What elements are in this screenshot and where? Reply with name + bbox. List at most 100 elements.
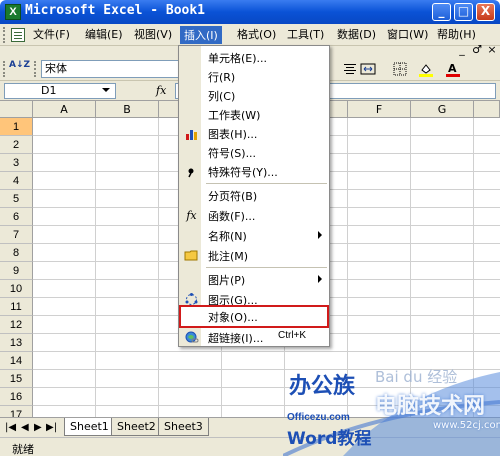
borders-icon[interactable] bbox=[392, 61, 408, 77]
menu-item-label: 特殊符号(Y)... bbox=[208, 166, 278, 179]
row-header-12[interactable]: 12 bbox=[0, 316, 33, 334]
status-bar: 就绪 bbox=[0, 437, 500, 456]
row-header-17[interactable]: 17 bbox=[0, 406, 33, 417]
row-header-14[interactable]: 14 bbox=[0, 352, 33, 370]
menu-window[interactable]: 窗口(W) bbox=[384, 26, 431, 44]
row-header-4[interactable]: 4 bbox=[0, 172, 33, 190]
row-header-5[interactable]: 5 bbox=[0, 190, 33, 208]
menu-item-name[interactable]: 名称(N) bbox=[180, 226, 328, 245]
menu-view[interactable]: 视图(V) bbox=[131, 26, 175, 44]
row-header-7[interactable]: 7 bbox=[0, 226, 33, 244]
menu-item-picture[interactable]: 图片(P) bbox=[180, 270, 328, 289]
row-header-8[interactable]: 8 bbox=[0, 244, 33, 262]
row-header-1[interactable]: 1 bbox=[0, 118, 33, 136]
fill-color-icon[interactable] bbox=[418, 61, 434, 77]
doc-minimize-button[interactable]: _ bbox=[455, 42, 469, 57]
row-header-6[interactable]: 6 bbox=[0, 208, 33, 226]
column-header-a[interactable]: A bbox=[33, 101, 96, 118]
row-header-2[interactable]: 2 bbox=[0, 136, 33, 154]
window-title: Microsoft Excel - Book1 bbox=[25, 3, 206, 18]
menu-item-label: 行(R) bbox=[208, 71, 236, 84]
font-name-select[interactable]: 宋体 bbox=[41, 60, 179, 78]
doc-restore-button[interactable]: ♂ bbox=[470, 42, 484, 57]
grid-line bbox=[33, 351, 500, 352]
last-sheet-icon[interactable]: ▶| bbox=[46, 421, 57, 435]
submenu-arrow-icon bbox=[318, 275, 322, 283]
menu-item-label: 函数(F)... bbox=[208, 210, 256, 223]
menu-item-label: 名称(N) bbox=[208, 230, 247, 243]
menu-item-page-break[interactable]: 分页符(B) bbox=[180, 186, 328, 205]
grid-line bbox=[33, 369, 500, 370]
menu-format[interactable]: 格式(O) bbox=[234, 26, 279, 44]
prev-sheet-icon[interactable]: ◀ bbox=[21, 421, 29, 435]
menu-item-rows[interactable]: 行(R) bbox=[180, 67, 328, 86]
toolbar-grip-handle[interactable] bbox=[3, 61, 6, 77]
name-box[interactable]: D1 bbox=[4, 83, 116, 99]
sheet-tab-3[interactable]: Sheet3 bbox=[158, 418, 209, 436]
menu-tools[interactable]: 工具(T) bbox=[284, 26, 327, 44]
menu-item-hyperlink[interactable]: 超链接(I)... Ctrl+K bbox=[180, 328, 328, 347]
menu-item-worksheet[interactable]: 工作表(W) bbox=[180, 105, 328, 124]
row-header-15[interactable]: 15 bbox=[0, 370, 33, 388]
grid-line bbox=[158, 118, 159, 417]
menu-separator bbox=[206, 183, 327, 184]
menu-item-object[interactable]: 对象(O)... bbox=[179, 305, 329, 328]
column-header-g[interactable]: G bbox=[411, 101, 474, 118]
menu-item-label: 批注(M) bbox=[208, 250, 249, 263]
doc-close-button[interactable]: × bbox=[485, 42, 499, 57]
close-button[interactable]: X bbox=[476, 3, 495, 21]
menu-item-shortcut: Ctrl+K bbox=[278, 330, 307, 341]
menu-item-columns[interactable]: 列(C) bbox=[180, 86, 328, 105]
sheet-tab-2[interactable]: Sheet2 bbox=[111, 418, 162, 436]
menu-separator bbox=[206, 267, 327, 268]
menu-file[interactable]: 文件(F) bbox=[30, 26, 73, 44]
menu-item-symbol[interactable]: 符号(S)... bbox=[180, 143, 328, 162]
name-box-dropdown-icon[interactable] bbox=[102, 88, 110, 92]
row-header-11[interactable]: 11 bbox=[0, 298, 33, 316]
grid-line bbox=[33, 387, 500, 388]
grid-line bbox=[347, 118, 348, 417]
menu-insert[interactable]: 插入(I) bbox=[180, 26, 222, 44]
font-color-icon[interactable]: A bbox=[445, 61, 461, 77]
select-all-corner[interactable] bbox=[0, 101, 33, 118]
toolbar-grip-handle-2[interactable] bbox=[34, 61, 37, 77]
row-header-3[interactable]: 3 bbox=[0, 154, 33, 172]
column-header-b[interactable]: B bbox=[96, 101, 159, 118]
document-icon[interactable] bbox=[11, 28, 25, 42]
menu-edit[interactable]: 编辑(E) bbox=[82, 26, 126, 44]
title-bar: X Microsoft Excel - Book1 _ □ X bbox=[0, 0, 500, 24]
menu-item-label: 符号(S)... bbox=[208, 147, 257, 160]
menu-bar: 文件(F) 编辑(E) 视图(V) 插入(I) 格式(O) 工具(T) 数据(D… bbox=[0, 24, 500, 46]
grid-line bbox=[473, 118, 474, 417]
column-header-h[interactable] bbox=[474, 101, 500, 118]
row-header-13[interactable]: 13 bbox=[0, 334, 33, 352]
merge-center-icon[interactable] bbox=[360, 61, 376, 77]
first-sheet-icon[interactable]: |◀ bbox=[5, 421, 16, 435]
grid-line bbox=[33, 405, 500, 406]
insert-function-icon[interactable]: fx bbox=[156, 84, 166, 97]
row-header-9[interactable]: 9 bbox=[0, 262, 33, 280]
align-center-icon[interactable] bbox=[342, 61, 358, 77]
row-header-16[interactable]: 16 bbox=[0, 388, 33, 406]
next-sheet-icon[interactable]: ▶ bbox=[34, 421, 42, 435]
maximize-button[interactable]: □ bbox=[454, 3, 473, 21]
menu-item-comment[interactable]: 批注(M) bbox=[180, 246, 328, 265]
menu-item-function[interactable]: fx 函数(F)... bbox=[180, 206, 328, 225]
menu-item-cells[interactable]: 单元格(E)... bbox=[180, 48, 328, 67]
menu-item-chart[interactable]: 图表(H)... bbox=[180, 124, 328, 143]
menu-item-label: 图片(P) bbox=[208, 274, 246, 287]
column-header-f[interactable]: F bbox=[348, 101, 411, 118]
sheet-tab-1[interactable]: Sheet1 bbox=[64, 418, 115, 436]
insert-menu-dropdown: 单元格(E)... 行(R) 列(C) 工作表(W) 图表(H)... 符号(S… bbox=[178, 45, 330, 347]
menu-data[interactable]: 数据(D) bbox=[334, 26, 379, 44]
menubar-grip-handle[interactable] bbox=[3, 27, 7, 43]
sort-ascending-icon[interactable]: A↓Z bbox=[9, 61, 30, 77]
status-text: 就绪 bbox=[12, 443, 34, 456]
sheet-tab-bar: |◀ ◀ ▶ ▶| Sheet1 Sheet2 Sheet3 bbox=[0, 417, 500, 437]
menu-item-label: 列(C) bbox=[208, 90, 236, 103]
minimize-button[interactable]: _ bbox=[432, 3, 451, 21]
grid-line bbox=[410, 118, 411, 417]
row-header-10[interactable]: 10 bbox=[0, 280, 33, 298]
diagram-icon bbox=[184, 292, 199, 307]
menu-item-special-symbol[interactable]: 特殊符号(Y)... bbox=[180, 162, 328, 181]
